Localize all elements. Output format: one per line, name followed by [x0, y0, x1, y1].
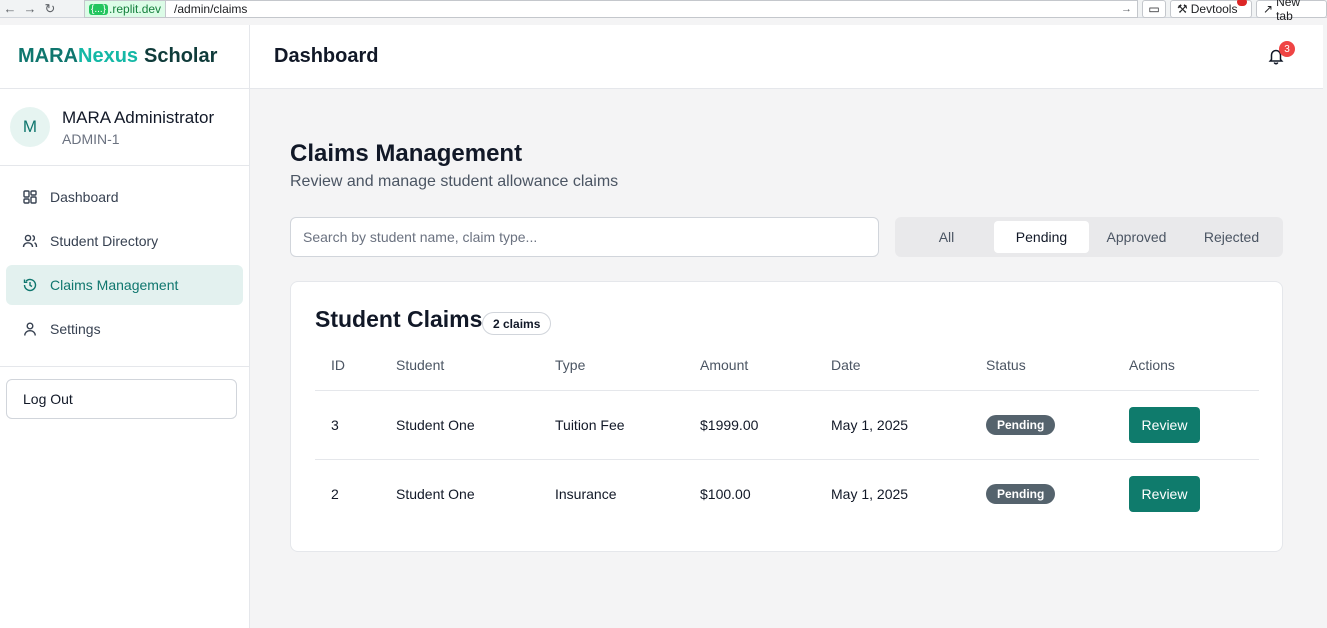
- reload-icon[interactable]: ↻: [40, 0, 60, 18]
- column-header: Student: [380, 340, 539, 391]
- filter-tab-all[interactable]: All: [899, 221, 994, 253]
- card-title: Student Claims: [315, 306, 483, 332]
- claim-id: 2: [331, 485, 339, 502]
- devtools-badge: [1237, 0, 1247, 6]
- sidebar-item-label: Settings: [50, 321, 101, 337]
- column-header: Type: [539, 340, 684, 391]
- address-bar[interactable]: {...} .replit.dev /admin/claims →: [84, 0, 1138, 18]
- table-row: 2 Student One Insurance $100.00 May 1, 2…: [315, 459, 1259, 528]
- page-title: Claims Management: [290, 140, 523, 167]
- notification-badge: 3: [1279, 41, 1295, 57]
- sidebar-item-claims-management[interactable]: Claims Management: [6, 265, 243, 305]
- history-icon: [23, 278, 37, 292]
- status-badge: Pending: [986, 414, 1056, 435]
- column-header: Status: [970, 340, 1113, 391]
- student-claims-card: Student Claims 2 claims ID Student Type …: [290, 281, 1283, 552]
- table-header-row: ID Student Type Amount Date Status Actio…: [315, 340, 1259, 391]
- claim-amount: $100.00: [700, 485, 751, 502]
- column-header: Date: [815, 340, 970, 391]
- logout-button[interactable]: Log Out: [6, 379, 237, 419]
- status-badge: Pending: [986, 483, 1056, 504]
- new-tab-button[interactable]: ↗ New tab: [1256, 0, 1327, 23]
- table-row: 3 Student One Tuition Fee $1999.00 May 1…: [315, 390, 1259, 460]
- column-header: Actions: [1113, 340, 1259, 391]
- top-header: Dashboard 3: [250, 25, 1323, 89]
- claim-type: Insurance: [555, 485, 617, 502]
- page-header-title: Dashboard: [274, 45, 379, 67]
- claims-table: ID Student Type Amount Date Status Actio…: [315, 340, 1259, 528]
- go-arrow-icon[interactable]: →: [1121, 3, 1137, 15]
- sidebar-item-dashboard[interactable]: Dashboard: [6, 177, 243, 217]
- user-icon: [24, 322, 36, 336]
- back-icon[interactable]: ←: [0, 0, 20, 18]
- user-id: ADMIN-1: [62, 130, 120, 147]
- status-filter-tabs: All Pending Approved Rejected: [895, 217, 1283, 257]
- sidebar-item-label: Claims Management: [50, 277, 179, 293]
- main-content: Claims Management Review and manage stud…: [250, 89, 1323, 628]
- review-button[interactable]: Review: [1129, 475, 1200, 512]
- column-header: Amount: [684, 340, 815, 391]
- browser-toolbar: ← → ↻ {...} .replit.dev /admin/claims → …: [0, 0, 1327, 23]
- claim-student: Student One: [380, 390, 539, 460]
- sidebar-item-student-directory[interactable]: Student Directory: [6, 221, 243, 261]
- review-button[interactable]: Review: [1129, 406, 1200, 443]
- screen-icon[interactable]: ▭: [1142, 0, 1166, 18]
- sidebar-item-label: Dashboard: [50, 189, 119, 205]
- sidebar-item-settings[interactable]: Settings: [6, 309, 243, 349]
- search-input[interactable]: [290, 217, 879, 257]
- sidebar-nav: Dashboard Student Directory Claims Manag…: [0, 166, 249, 367]
- column-header: ID: [315, 340, 380, 391]
- claim-type: Tuition Fee: [539, 390, 684, 460]
- user-profile: M MARA Administrator ADMIN-1: [0, 89, 249, 166]
- claim-id: 3: [315, 390, 380, 460]
- url-host: {...} .replit.dev: [85, 1, 167, 17]
- claim-date: May 1, 2025: [831, 485, 909, 502]
- new-tab-label: New tab: [1276, 0, 1301, 23]
- external-link-icon: ↗: [1263, 2, 1274, 16]
- dashboard-icon: [23, 190, 37, 204]
- filter-tab-approved[interactable]: Approved: [1089, 221, 1184, 253]
- user-name: MARA Administrator: [62, 107, 215, 127]
- claims-count-badge: 2 claims: [482, 312, 552, 335]
- brand-scholar: Scholar: [144, 45, 218, 67]
- filter-tab-pending[interactable]: Pending: [994, 221, 1089, 253]
- claim-amount: $1999.00: [684, 390, 815, 460]
- page-subtitle: Review and manage student allowance clai…: [290, 173, 619, 190]
- wrench-icon: ⚒: [1177, 2, 1188, 16]
- users-icon: [22, 234, 38, 248]
- filter-tab-rejected[interactable]: Rejected: [1184, 221, 1279, 253]
- claim-student: Student One: [396, 485, 475, 502]
- avatar: M: [10, 107, 50, 147]
- url-path: /admin/claims: [174, 2, 248, 16]
- claim-date: May 1, 2025: [815, 390, 970, 460]
- host-badge: {...}: [89, 3, 109, 15]
- devtools-button[interactable]: ⚒ Devtools: [1170, 0, 1252, 18]
- host-text: .replit.dev: [109, 2, 162, 16]
- brand-nexus: Nexus: [78, 45, 139, 67]
- forward-icon[interactable]: →: [20, 0, 40, 18]
- sidebar: MARA Nexus Scholar M MARA Administrator AD…: [0, 25, 250, 628]
- brand-mara: MARA: [18, 45, 78, 67]
- brand-logo[interactable]: MARA Nexus Scholar: [0, 25, 249, 89]
- devtools-label: Devtools: [1190, 2, 1238, 16]
- sidebar-item-label: Student Directory: [50, 233, 159, 249]
